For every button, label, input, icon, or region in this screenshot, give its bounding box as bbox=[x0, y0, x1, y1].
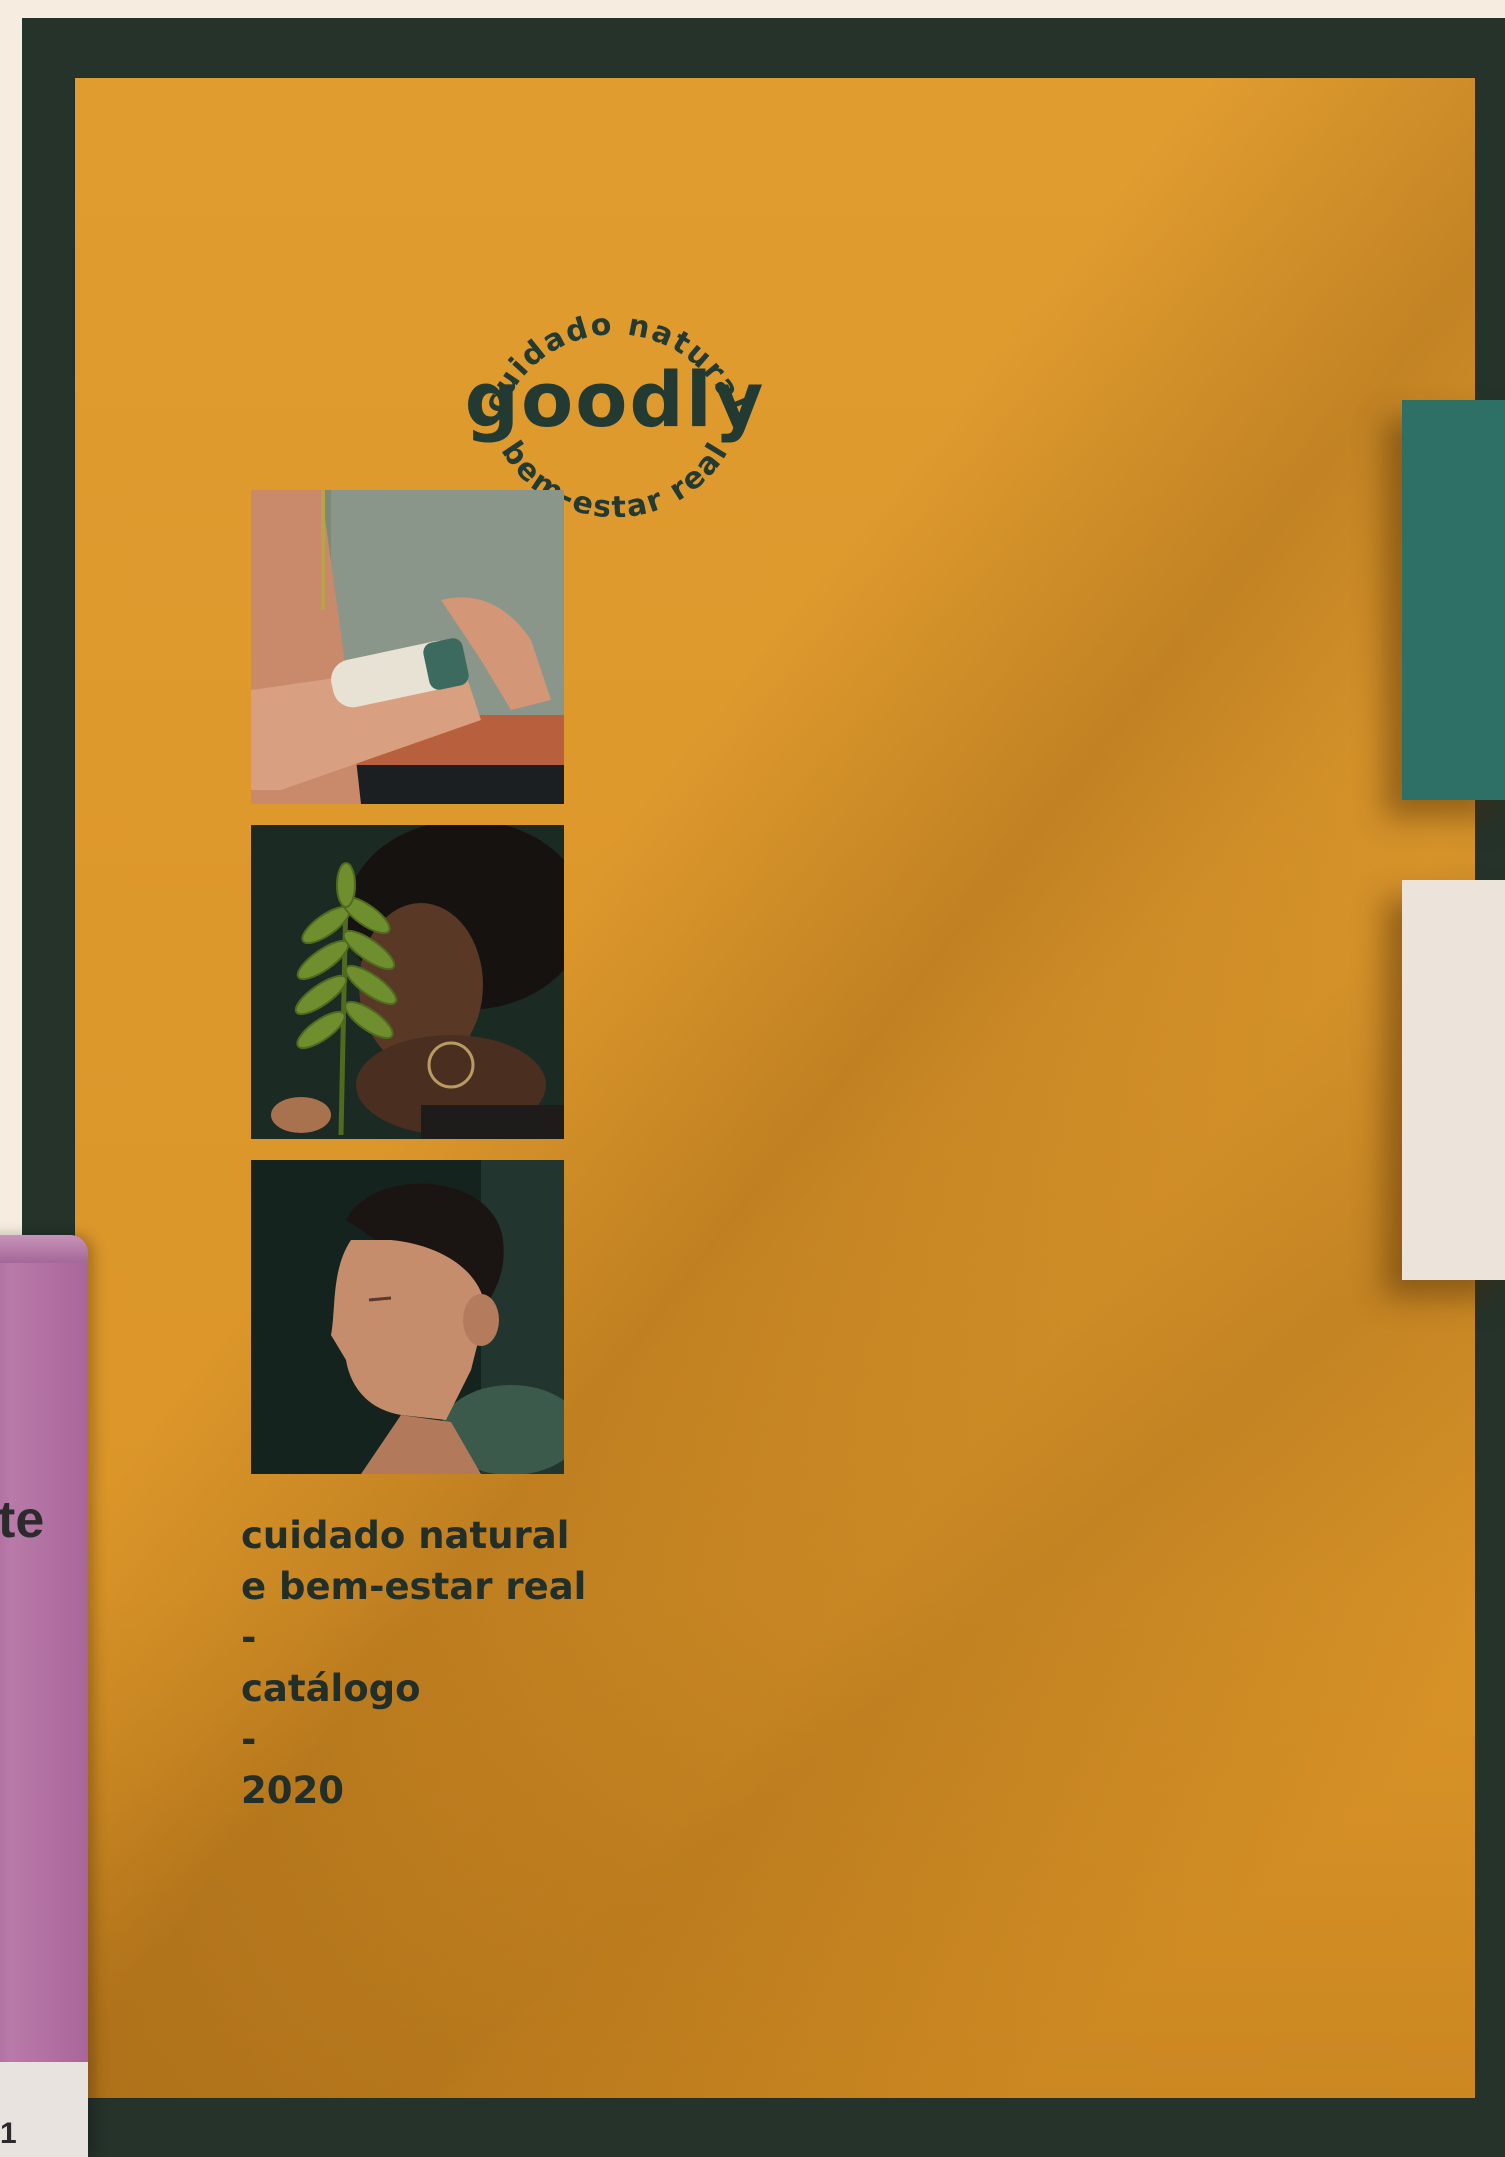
arm-stick-product-photo bbox=[251, 490, 564, 804]
woman-with-leaf-photo bbox=[251, 825, 564, 1139]
seal-wordmark: goodly bbox=[465, 355, 766, 444]
cover-line-6: 2020 bbox=[241, 1769, 344, 1812]
cover-line-3: - bbox=[241, 1616, 257, 1659]
profile-portrait-photo bbox=[251, 1160, 564, 1474]
tube-band-text: 1 bbox=[0, 2117, 17, 2150]
mockup-scene: te 1 cuidado natural goodly bem-estar re… bbox=[0, 0, 1505, 2157]
cover-line-4: catálogo bbox=[241, 1667, 421, 1710]
cover-line-2: e bem-estar real bbox=[241, 1565, 587, 1608]
cover-tagline: cuidado natural e bem-estar real - catál… bbox=[241, 1510, 586, 1816]
cover-line-5: - bbox=[241, 1718, 257, 1761]
cover-line-1: cuidado natural bbox=[241, 1514, 570, 1557]
tube-cap bbox=[0, 1235, 88, 1263]
tube-label-text: te bbox=[0, 1491, 45, 1549]
pink-product-tube: te 1 bbox=[0, 1235, 88, 2157]
cream-swatch-card bbox=[1402, 880, 1505, 1280]
teal-swatch-card bbox=[1402, 400, 1505, 800]
